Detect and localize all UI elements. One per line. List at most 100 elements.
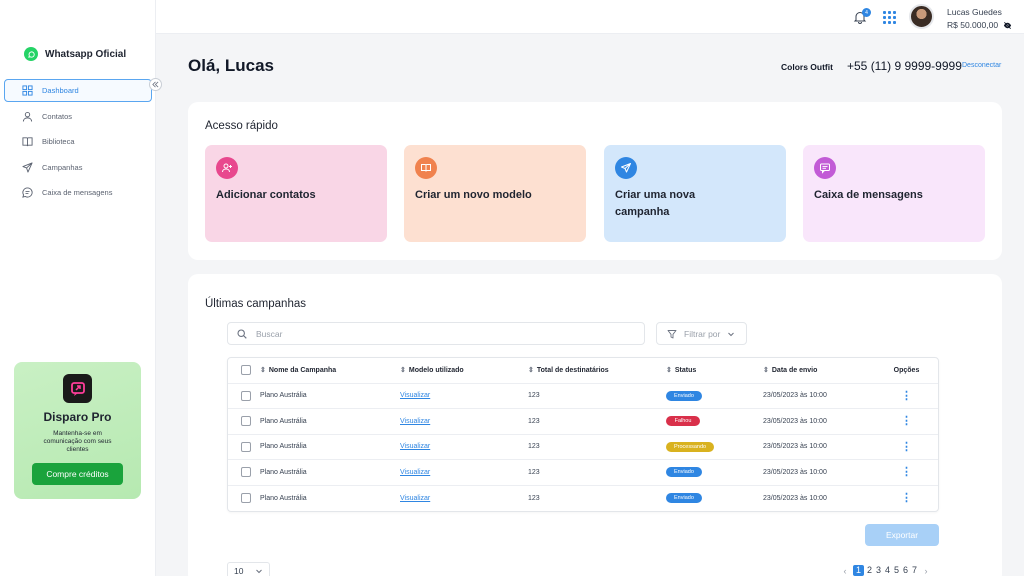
view-template-link[interactable]: Visualizar <box>400 443 430 450</box>
next-page-icon[interactable]: › <box>921 566 931 576</box>
view-template-link[interactable]: Visualizar <box>400 418 430 425</box>
tile-inbox[interactable]: Caixa de mensagens <box>803 145 985 242</box>
buy-credits-button[interactable]: Compre créditos <box>32 463 123 485</box>
user-balance: R$ 50.000,00 <box>947 20 1012 30</box>
search-input[interactable] <box>256 328 626 339</box>
campaign-name: Plano Austrália <box>260 468 307 476</box>
send-date: 23/05/2023 às 10:00 <box>763 392 827 400</box>
quick-access-card: Acesso rápido Adicionar contatos Criar u… <box>188 102 1002 260</box>
add-user-icon <box>216 157 238 179</box>
latest-campaigns-card: Últimas campanhas Filtrar por ⇕Nome da C… <box>188 274 1002 576</box>
tile-new-campaign[interactable]: Criar uma nova campanha <box>604 145 786 242</box>
more-options-icon[interactable]: ⋮ <box>901 467 912 478</box>
tile-label: Caixa de mensagens <box>814 189 923 201</box>
send-date: 23/05/2023 às 10:00 <box>763 494 827 502</box>
sort-icon[interactable]: ⇕ <box>763 366 769 374</box>
page-number[interactable]: 2 <box>866 565 873 576</box>
page-number[interactable]: 4 <box>884 565 891 576</box>
rows-per-page-select[interactable]: 10 <box>227 562 270 576</box>
sort-icon[interactable]: ⇕ <box>260 366 266 374</box>
status-badge: Processando <box>666 441 715 452</box>
page-number[interactable]: 5 <box>893 565 900 576</box>
disconnect-link[interactable]: Desconectar <box>962 62 1001 69</box>
company-name: Colors Outfit <box>781 62 833 72</box>
send-icon <box>22 162 33 173</box>
row-checkbox[interactable] <box>240 416 251 427</box>
whatsapp-icon <box>24 47 38 61</box>
table-row: Plano Austrália Visualizar 123 Enviado 23/05… <box>228 384 938 409</box>
table-row: Plano Austrália Visualizar 123 Enviado 23/05… <box>228 460 938 486</box>
status-badge: Enviado <box>666 390 702 401</box>
more-options-icon[interactable]: ⋮ <box>901 441 912 452</box>
sidebar-item-label: Dashboard <box>42 86 79 95</box>
campaign-name: Plano Austrália <box>260 443 307 451</box>
sidebar-item-campanhas[interactable]: Campanhas <box>4 156 152 179</box>
page-number[interactable]: 3 <box>875 565 882 576</box>
send-icon <box>615 157 637 179</box>
filter-icon <box>667 329 677 338</box>
balance-value: R$ 50.000,00 <box>947 20 999 30</box>
topbar: 4 Lucas Guedes R$ 50.000,00 <box>156 0 1024 34</box>
more-options-icon[interactable]: ⋮ <box>901 390 912 401</box>
page-title: Olá, Lucas <box>188 56 274 75</box>
sidebar: Whatsapp Oficial Dashboard Contatos Bibl… <box>0 0 156 576</box>
tile-add-contacts[interactable]: Adicionar contatos <box>205 145 387 242</box>
search-box[interactable] <box>227 322 645 345</box>
sort-icon[interactable]: ⇕ <box>528 366 534 374</box>
column-header[interactable]: Total de destinatários <box>537 367 609 374</box>
chevron-down-icon <box>728 332 735 336</box>
row-checkbox[interactable] <box>240 493 251 504</box>
more-options-icon[interactable]: ⋮ <box>901 493 912 504</box>
page-number[interactable]: 1 <box>853 565 864 576</box>
eye-off-icon[interactable] <box>1003 21 1012 30</box>
filter-dropdown[interactable]: Filtrar por <box>656 322 747 345</box>
user-icon <box>22 111 33 122</box>
avatar[interactable] <box>909 4 934 29</box>
send-date: 23/05/2023 às 10:00 <box>763 443 827 451</box>
row-checkbox[interactable] <box>240 390 251 401</box>
row-checkbox[interactable] <box>240 467 251 478</box>
user-name: Lucas Guedes <box>947 7 1002 17</box>
sidebar-item-dashboard[interactable]: Dashboard <box>4 79 152 102</box>
select-all-checkbox[interactable] <box>240 365 251 376</box>
sort-icon[interactable]: ⇕ <box>400 366 406 374</box>
campaigns-title: Últimas campanhas <box>205 298 306 310</box>
message-icon <box>814 157 836 179</box>
column-header[interactable]: Modelo utilizado <box>409 367 464 374</box>
row-checkbox[interactable] <box>240 441 251 452</box>
view-template-link[interactable]: Visualizar <box>400 495 430 502</box>
view-template-link[interactable]: Visualizar <box>400 469 430 476</box>
table-row: Plano Austrália Visualizar 123 Falhou 23/05/… <box>228 409 938 435</box>
more-options-icon[interactable]: ⋮ <box>901 416 912 427</box>
column-header[interactable]: Status <box>675 367 696 374</box>
brand[interactable]: Whatsapp Oficial <box>24 47 126 61</box>
sidebar-item-caixa-de-mensagens[interactable]: Caixa de mensagens <box>4 181 152 204</box>
page-number[interactable]: 7 <box>911 565 918 576</box>
chevron-down-icon <box>256 569 263 573</box>
table-row: Plano Austrália Visualizar 123 Enviado 23/05… <box>228 486 938 512</box>
recipients-total: 123 <box>528 468 540 476</box>
campaign-name: Plano Austrália <box>260 494 307 502</box>
send-date: 23/05/2023 às 10:00 <box>763 417 827 425</box>
tile-new-template[interactable]: Criar um novo modelo <box>404 145 586 242</box>
column-header[interactable]: Nome da Campanha <box>269 367 336 374</box>
sidebar-item-contatos[interactable]: Contatos <box>4 105 152 128</box>
sort-icon[interactable]: ⇕ <box>666 366 672 374</box>
rows-per-page-value: 10 <box>234 565 244 576</box>
chevrons-left-icon <box>152 81 159 88</box>
tile-label: Criar uma nova campanha <box>615 189 696 218</box>
apps-grid-icon[interactable] <box>883 11 896 24</box>
brand-name: Whatsapp Oficial <box>45 48 127 60</box>
collapse-sidebar-button[interactable] <box>149 78 162 91</box>
export-button[interactable]: Exportar <box>865 524 939 546</box>
campaign-name: Plano Austrália <box>260 417 307 425</box>
sidebar-item-biblioteca[interactable]: Biblioteca <box>4 130 152 153</box>
pagination: ‹ 1234567 › <box>840 565 931 576</box>
status-badge: Falhou <box>666 416 700 427</box>
sidebar-item-label: Biblioteca <box>42 137 75 147</box>
promo-card: Disparo Pro Mantenha-se em comunicação c… <box>14 362 141 499</box>
view-template-link[interactable]: Visualizar <box>400 392 430 399</box>
page-number[interactable]: 6 <box>902 565 909 576</box>
column-header[interactable]: Data de envio <box>772 367 818 374</box>
prev-page-icon[interactable]: ‹ <box>840 566 850 576</box>
